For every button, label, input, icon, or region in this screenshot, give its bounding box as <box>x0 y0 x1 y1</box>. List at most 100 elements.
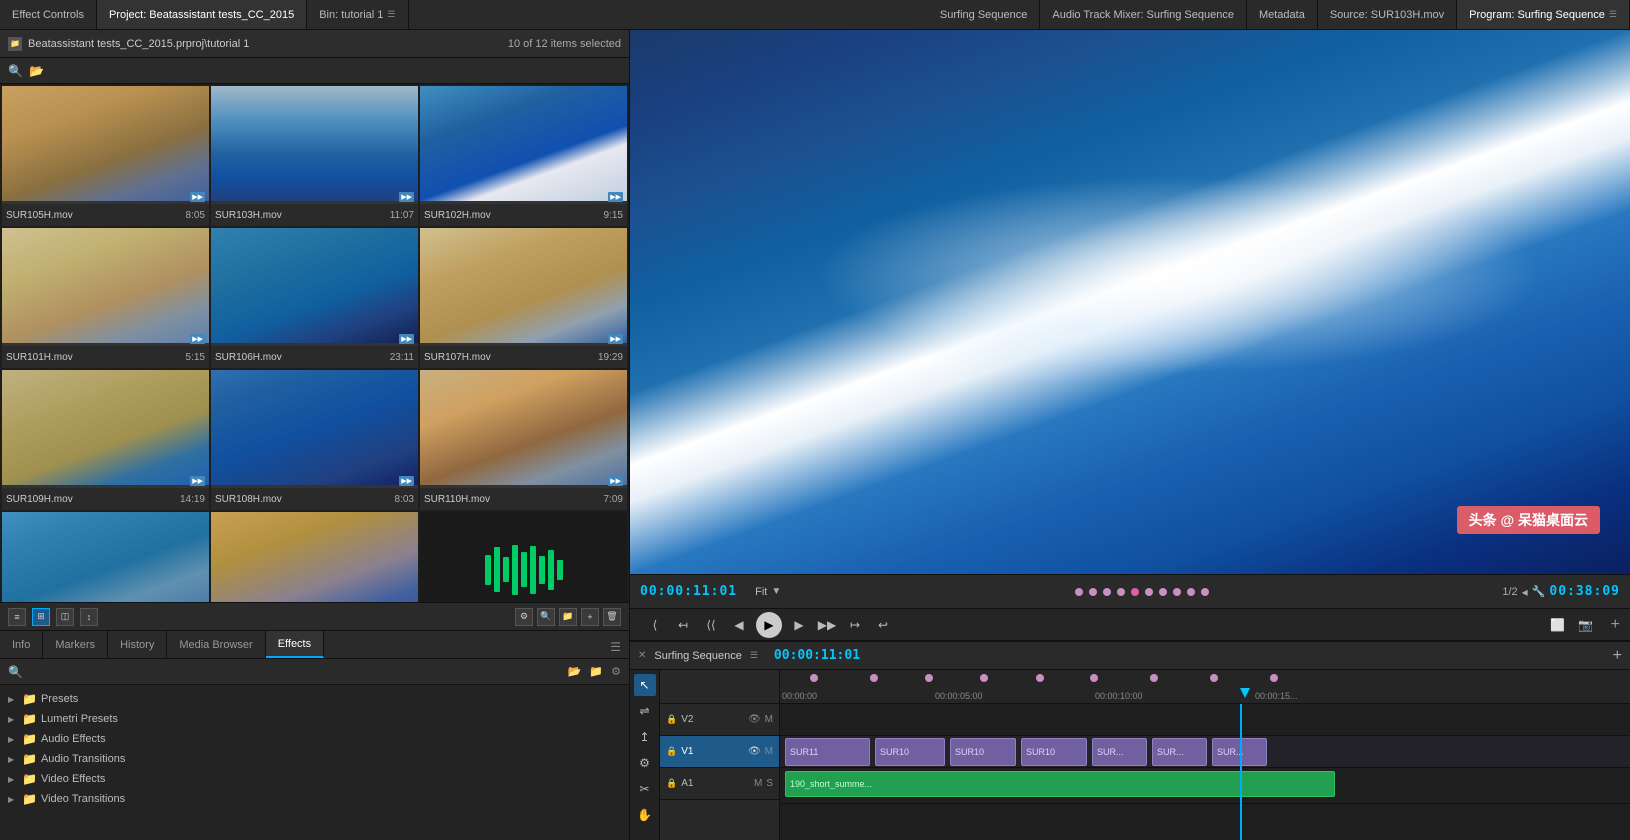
clip-sur109[interactable]: ▶▶ SUR109H.mov 14:19 <box>2 370 209 510</box>
track-row-a1[interactable]: 190_short_summe... <box>780 768 1630 804</box>
clip-duration-sur109: 14:19 <box>180 494 205 505</box>
free-form-btn[interactable]: ◫ <box>56 608 74 626</box>
tree-audio-transitions[interactable]: ▶ 📁 Audio Transitions <box>0 749 629 769</box>
clip-sur103[interactable]: ▶▶ SUR103H.mov 11:07 <box>211 86 418 226</box>
clip-settings-btn[interactable]: ⚙ <box>515 608 533 626</box>
tab-bin[interactable]: Bin: tutorial 1 ☰ <box>307 0 408 29</box>
bin-search-row: 🔍 📂 <box>0 58 629 84</box>
prev-frame-btn[interactable]: ◀ <box>728 614 750 636</box>
go-to-in-btn[interactable]: ↤ <box>672 614 694 636</box>
clip-audio-track[interactable]: 190_short_summe... <box>785 771 1335 797</box>
clip-sur10-2[interactable]: SUR10 <box>950 738 1016 766</box>
icon-view-btn[interactable]: ⊞ <box>32 608 50 626</box>
ruler-label-15: 00:00:15... <box>1255 691 1298 701</box>
clip-sur108[interactable]: ▶▶ SUR108H.mov 8:03 <box>211 370 418 510</box>
tree-audio-effects[interactable]: ▶ 📁 Audio Effects <box>0 729 629 749</box>
new-bin-btn[interactable]: 📁 <box>559 608 577 626</box>
clip-audio[interactable]: ♪♪ 190_short_summe... 17:30531 <box>420 512 627 602</box>
tool-hand[interactable]: ✋ <box>634 804 656 826</box>
tree-label-video-effects: Video Effects <box>41 773 105 785</box>
delete-btn[interactable]: 🗑 <box>603 608 621 626</box>
tree-label-audio-effects: Audio Effects <box>41 733 106 745</box>
mute-a1[interactable]: M <box>754 778 762 789</box>
tree-arrow-audio-transitions: ▶ <box>8 755 18 764</box>
effects-menu-icon[interactable]: ☰ <box>602 636 629 658</box>
mute-v2[interactable]: M <box>765 714 773 725</box>
tool-snap[interactable]: ↥ <box>634 726 656 748</box>
add-marker-btn[interactable]: + <box>1611 616 1620 634</box>
tab-source[interactable]: Source: SUR103H.mov <box>1318 0 1457 29</box>
export-frame-btn[interactable]: 📷 <box>1575 614 1597 636</box>
tool-select[interactable]: ↖ <box>634 674 656 696</box>
timeline-menu-icon[interactable]: ☰ <box>750 650 758 661</box>
clip-sur10-1[interactable]: SUR10 <box>875 738 945 766</box>
search-bin-btn[interactable]: 🔍 <box>537 608 555 626</box>
play-btn[interactable]: ▶ <box>756 612 782 638</box>
step-back-btn[interactable]: ⟨⟨ <box>700 614 722 636</box>
track-name-a1: A1 <box>681 778 693 789</box>
tab-program[interactable]: Program: Surfing Sequence ☰ <box>1457 0 1630 29</box>
insert-before-btn[interactable]: ⟨ <box>644 614 666 636</box>
tool-ripple[interactable]: ⇌ <box>634 700 656 722</box>
tab-audio-mixer[interactable]: Audio Track Mixer: Surfing Sequence <box>1040 0 1247 29</box>
effects-new-folder-btn[interactable]: 📁 <box>589 665 603 678</box>
tab-media-browser[interactable]: Media Browser <box>167 631 265 658</box>
track-row-v2[interactable] <box>780 704 1630 736</box>
tree-lumetri[interactable]: ▶ 📁 Lumetri Presets <box>0 709 629 729</box>
go-to-out-btn[interactable]: ↦ <box>844 614 866 636</box>
solo-a1[interactable]: S <box>766 778 773 789</box>
wrench-icon: 🔧 <box>1532 585 1546 598</box>
tl-marker-6 <box>1090 674 1098 682</box>
tool-razor[interactable]: ✂ <box>634 778 656 800</box>
clip-sur104[interactable]: ▶▶ SUR104H.mov 10:18 <box>2 512 209 602</box>
effects-folder-btn[interactable]: 📂 <box>568 665 582 678</box>
next-frame-btn[interactable]: ▶ <box>788 614 810 636</box>
tab-metadata[interactable]: Metadata <box>1247 0 1318 29</box>
eye-icon-v2[interactable]: 👁 <box>748 714 761 725</box>
clip-sur10-3[interactable]: SUR10 <box>1021 738 1087 766</box>
clip-footer-sur102: SUR102H.mov 9:15 <box>420 204 627 226</box>
clip-sur101[interactable]: ▶▶ SUR101H.mov 5:15 <box>2 228 209 368</box>
clip-sur-dots-1[interactable]: SUR... <box>1092 738 1147 766</box>
clip-sur110[interactable]: ▶▶ SUR110H.mov 7:09 <box>420 370 627 510</box>
clip-sur107[interactable]: ▶▶ SUR107H.mov 19:29 <box>420 228 627 368</box>
timeline-add-track-btn[interactable]: + <box>1613 647 1622 665</box>
fit-label: Fit <box>755 586 767 598</box>
clip-surfseq[interactable]: ▶▶ Surfing Sequence 38:09 <box>211 512 418 602</box>
timeline-close-btn[interactable]: ✕ <box>638 650 646 661</box>
safe-margins-btn[interactable]: ⬜ <box>1547 614 1569 636</box>
tab-project[interactable]: Project: Beatassistant tests_CC_2015 <box>97 0 307 29</box>
step-fwd-btn[interactable]: ▶▶ <box>816 614 838 636</box>
tree-folder-audio-transitions: 📁 <box>22 752 37 766</box>
tab-history[interactable]: History <box>108 631 167 658</box>
effects-settings-btn[interactable]: ⚙ <box>611 665 621 678</box>
loop-btn[interactable]: ↩ <box>872 614 894 636</box>
clip-badge-sur110: ▶▶ <box>608 476 623 486</box>
tool-zoom[interactable]: ⚙ <box>634 752 656 774</box>
tree-video-effects[interactable]: ▶ 📁 Video Effects <box>0 769 629 789</box>
fit-dropdown-arrow[interactable]: ▼ <box>771 586 781 597</box>
tab-info[interactable]: Info <box>0 631 43 658</box>
tree-video-transitions[interactable]: ▶ 📁 Video Transitions <box>0 789 629 809</box>
clip-sur106[interactable]: ▶▶ SUR106H.mov 23:11 <box>211 228 418 368</box>
clip-badge-sur109: ▶▶ <box>190 476 205 486</box>
list-view-btn[interactable]: ≡ <box>8 608 26 626</box>
clip-duration-sur101: 5:15 <box>186 352 205 363</box>
mute-v1[interactable]: M <box>765 746 773 757</box>
track-row-v1[interactable]: SUR11 SUR10 SUR10 SUR10 SUR... SUR... SU… <box>780 736 1630 768</box>
tree-folder-audio-effects: 📁 <box>22 732 37 746</box>
tab-effect-controls[interactable]: Effect Controls <box>0 0 97 29</box>
tl-marker-2 <box>870 674 878 682</box>
sort-btn[interactable]: ↕ <box>80 608 98 626</box>
tab-surfing-seq[interactable]: Surfing Sequence <box>928 0 1040 29</box>
tree-presets[interactable]: ▶ 📁 Presets <box>0 689 629 709</box>
clip-sur-dots-2[interactable]: SUR... <box>1152 738 1207 766</box>
clip-sur105[interactable]: ▶▶ SUR105H.mov 8:05 <box>2 86 209 226</box>
clip-sur102[interactable]: ▶▶ SUR102H.mov 9:15 <box>420 86 627 226</box>
tab-effects[interactable]: Effects <box>266 631 324 658</box>
eye-icon-v1[interactable]: 👁 <box>748 746 761 757</box>
bin-bottom-toolbar: ≡ ⊞ ◫ ↕ ⚙ 🔍 📁 + 🗑 <box>0 602 629 630</box>
new-item-btn[interactable]: + <box>581 608 599 626</box>
clip-sur11[interactable]: SUR11 <box>785 738 870 766</box>
tab-markers[interactable]: Markers <box>43 631 108 658</box>
